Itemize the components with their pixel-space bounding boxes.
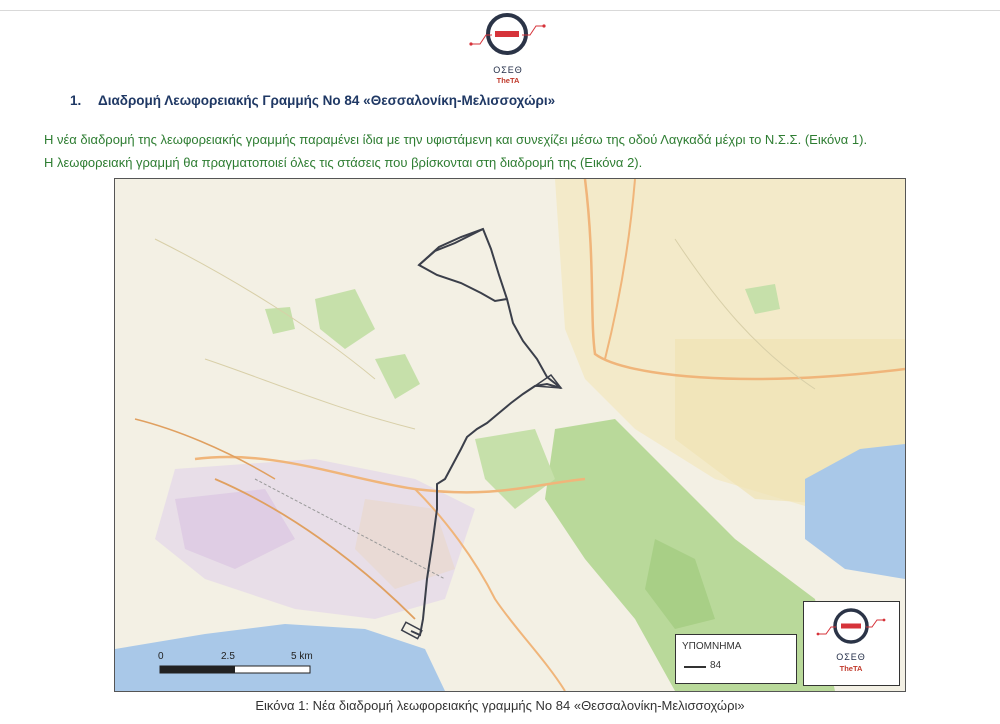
oseth-logo: ΟΣΕΘ TheTA	[468, 10, 548, 85]
logo-name: ΟΣΕΘ	[493, 65, 523, 75]
scale-bar	[159, 665, 311, 674]
map-logo-sub: TheTA	[839, 664, 863, 673]
section-title: Διαδρομή Λεωφορειακής Γραμμής Νο 84 «Θεσ…	[98, 93, 556, 108]
legend-route-label: 84	[710, 660, 722, 671]
legend-route-line	[684, 666, 706, 668]
scale-label-mid: 2.5	[221, 651, 235, 662]
paragraph-line-1: Η νέα διαδρομή της λεωφορειακής γραμμής …	[44, 132, 868, 147]
map-logo: ΟΣΕΘ TheTA	[803, 601, 900, 686]
map-logo-name: ΟΣΕΘ	[836, 652, 866, 662]
map-legend: ΥΠΟΜΝΗΜΑ 84	[675, 634, 797, 684]
figure-caption: Εικόνα 1: Νέα διαδρομή λεωφορειακής γραμ…	[255, 698, 745, 713]
legend-title: ΥΠΟΜΝΗΜΑ	[682, 641, 742, 652]
section-heading: 1. Διαδρομή Λεωφορειακής Γραμμής Νο 84 «Θ…	[70, 93, 555, 108]
section-number: 1.	[70, 93, 82, 108]
scale-label-end: 5 km	[291, 651, 313, 662]
paragraph-line-2: Η λεωφορειακή γραμμή θα πραγματοποιεί όλ…	[44, 155, 643, 170]
route-map: 0 2.5 5 km ΥΠΟΜΝΗΜΑ 84 ΟΣΕΘ TheTA	[114, 178, 906, 692]
logo-sub: TheTA	[496, 76, 520, 85]
map-canvas	[115, 179, 905, 691]
logo-circle-icon	[469, 13, 546, 55]
scale-label-0: 0	[158, 651, 164, 662]
